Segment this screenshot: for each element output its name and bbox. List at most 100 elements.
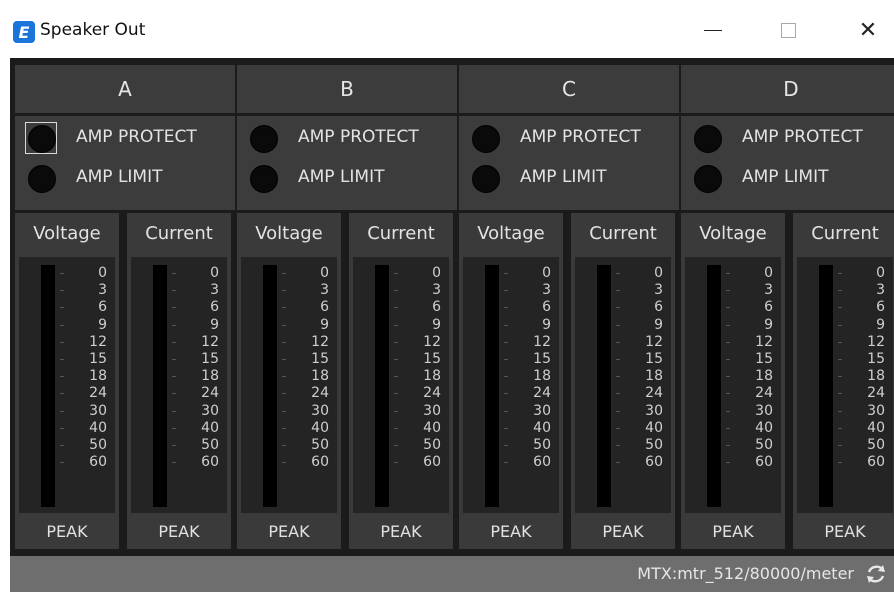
refresh-icon[interactable]	[864, 562, 888, 586]
scale-label: 0	[98, 265, 107, 281]
scale-tick	[616, 393, 620, 395]
scale-tick	[60, 462, 64, 464]
channel-header-c: C	[459, 65, 679, 113]
scale-label: 6	[542, 299, 551, 316]
voltage-title: Voltage	[477, 223, 545, 244]
scale-tick	[616, 273, 620, 274]
scale-tick	[282, 359, 286, 360]
scale-label: 15	[423, 351, 441, 367]
amp-protect-label: AMP PROTECT	[298, 127, 419, 147]
scale-label: 12	[89, 333, 107, 350]
scale-tick	[616, 462, 620, 464]
minimize-button[interactable]	[690, 12, 736, 48]
close-icon: ✕	[858, 17, 878, 43]
scale-tick	[838, 410, 842, 412]
scale-label: 12	[533, 333, 551, 350]
status-bar: MTX:mtr_512/80000/meter	[10, 556, 894, 592]
scale-label: 24	[867, 385, 885, 402]
level-bar	[263, 265, 277, 507]
scale-tick	[726, 290, 730, 292]
scale-label: 15	[755, 351, 773, 367]
voltage-title: Voltage	[699, 223, 767, 244]
scale-tick	[394, 445, 398, 446]
scale-label: 15	[311, 351, 329, 367]
scale-tick	[60, 341, 64, 343]
scale-tick	[172, 445, 176, 446]
scale-tick	[60, 445, 64, 446]
maximize-button[interactable]	[765, 12, 811, 48]
scale-label: 15	[533, 351, 551, 367]
scale-tick	[616, 410, 620, 412]
speaker-out-panel: MTX:mtr_512/80000/meter A AMP PROTECT AMP …	[10, 58, 894, 592]
scale-label: 9	[876, 316, 885, 333]
level-bar	[485, 265, 499, 507]
scale-label: 30	[89, 402, 107, 419]
scale-label: 3	[320, 282, 329, 299]
scale-label: 50	[533, 437, 551, 453]
current-title: Current	[145, 223, 213, 244]
scale-tick	[838, 341, 842, 343]
scale-tick	[616, 445, 620, 446]
scale-label: 9	[210, 316, 219, 333]
current-meter-b: Current 0 3 6 9 12 15 18 24 30 40 50 60 PEAK	[349, 213, 453, 549]
scale-label: 30	[311, 402, 329, 419]
scale-label: 12	[755, 333, 773, 350]
close-button[interactable]: ✕	[845, 12, 891, 48]
amp-limit-label: AMP LIMIT	[298, 167, 385, 187]
scale-label: 40	[867, 419, 885, 436]
current-meter-a: Current 0 3 6 9 12 15 18 24 30 40 50 60 PEAK	[127, 213, 231, 549]
scale-tick	[838, 462, 842, 464]
scale-tick	[60, 273, 64, 274]
voltage-meter-a: Voltage 0 3 6 9 12 15 18 24 30 40 50 60 PEAK	[15, 213, 119, 549]
scale-tick	[504, 427, 508, 429]
scale-tick	[616, 324, 620, 326]
scale-label: 50	[645, 437, 663, 453]
amp-limit-indicator-icon	[694, 165, 722, 193]
amp-limit-label: AMP LIMIT	[742, 167, 829, 187]
scale-label: 6	[876, 299, 885, 316]
scale-tick	[504, 462, 508, 464]
scale-tick	[838, 445, 842, 446]
peak-indicator: PEAK	[824, 522, 866, 541]
scale-label: 3	[654, 282, 663, 299]
scale-label: 6	[764, 299, 773, 316]
level-bar	[707, 265, 721, 507]
scale-label: 60	[311, 454, 329, 471]
scale-tick	[726, 393, 730, 395]
scale-label: 40	[201, 419, 219, 436]
scale-label: 9	[654, 316, 663, 333]
current-meter-c: Current 0 3 6 9 12 15 18 24 30 40 50 60 PEAK	[571, 213, 675, 549]
peak-indicator: PEAK	[712, 522, 754, 541]
scale-label: 6	[320, 299, 329, 316]
scale-tick	[504, 307, 508, 309]
scale-label: 6	[432, 299, 441, 316]
scale-label: 24	[201, 385, 219, 402]
scale-label: 24	[89, 385, 107, 402]
scale-label: 0	[542, 265, 551, 281]
scale-tick	[172, 359, 176, 360]
level-bar	[153, 265, 167, 507]
scale-label: 15	[201, 351, 219, 367]
scale-tick	[726, 427, 730, 429]
scale-label: 0	[654, 265, 663, 281]
amp-limit-label: AMP LIMIT	[520, 167, 607, 187]
scale-tick	[394, 376, 398, 378]
scale-label: 3	[432, 282, 441, 299]
scale-tick	[504, 393, 508, 395]
scale-label: 3	[98, 282, 107, 299]
amp-limit-indicator-icon	[28, 165, 56, 193]
title-bar: E Speaker Out ✕	[0, 0, 894, 58]
scale-tick	[60, 359, 64, 360]
app-icon: E	[13, 21, 35, 43]
scale-tick	[60, 290, 64, 292]
scale-label: 60	[89, 454, 107, 471]
scale-label: 3	[542, 282, 551, 299]
scale-label: 9	[542, 316, 551, 333]
level-bar	[819, 265, 833, 507]
scale-tick	[282, 410, 286, 412]
scale-tick	[172, 393, 176, 395]
voltage-title: Voltage	[255, 223, 323, 244]
peak-indicator: PEAK	[380, 522, 422, 541]
scale-tick	[504, 359, 508, 360]
voltage-meter-b: Voltage 0 3 6 9 12 15 18 24 30 40 50 60 PEAK	[237, 213, 341, 549]
